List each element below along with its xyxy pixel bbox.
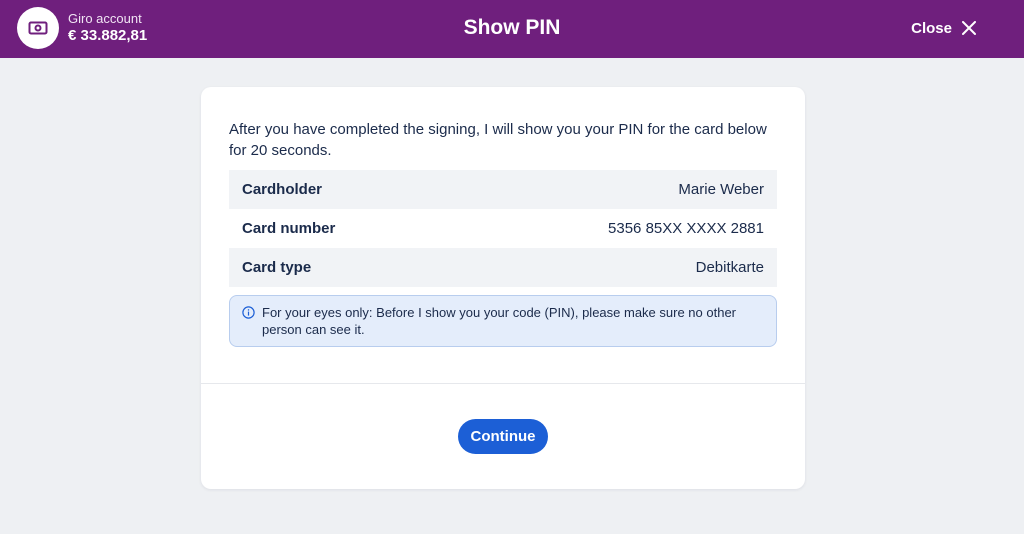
close-icon	[962, 21, 976, 35]
privacy-notice: For your eyes only: Before I show you yo…	[229, 295, 777, 347]
cardholder-value: Marie Weber	[678, 181, 764, 198]
info-icon	[242, 306, 255, 319]
table-row: Cardholder Marie Weber	[229, 170, 777, 209]
top-bar: Giro account € 33.882,81 Show PIN Close	[0, 0, 1024, 58]
account-balance: € 33.882,81	[68, 27, 148, 44]
page-title: Show PIN	[463, 16, 561, 39]
cardholder-label: Cardholder	[242, 181, 323, 198]
card-type-label: Card type	[242, 259, 312, 276]
notice-text: For your eyes only: Before I show you yo…	[262, 305, 737, 337]
card-type-value: Debitkarte	[695, 259, 764, 276]
intro-text: After you have completed the signing, I …	[229, 121, 767, 159]
account-label: Giro account	[68, 11, 142, 26]
continue-button[interactable]: Continue	[458, 419, 548, 454]
banknote-icon[interactable]	[17, 7, 59, 49]
card-number-value: 5356 85XX XXXX 2881	[608, 220, 764, 237]
show-pin-dialog: After you have completed the signing, I …	[201, 87, 805, 489]
divider	[201, 383, 805, 384]
close-button[interactable]: Close	[911, 16, 976, 40]
card-number-label: Card number	[242, 220, 336, 237]
table-row: Card number 5356 85XX XXXX 2881	[229, 209, 777, 248]
close-label: Close	[911, 19, 952, 37]
table-row: Card type Debitkarte	[229, 248, 777, 287]
account-summary: Giro account € 33.882,81	[68, 11, 147, 46]
card-details-table: Cardholder Marie Weber Card number 5356 …	[229, 170, 777, 287]
